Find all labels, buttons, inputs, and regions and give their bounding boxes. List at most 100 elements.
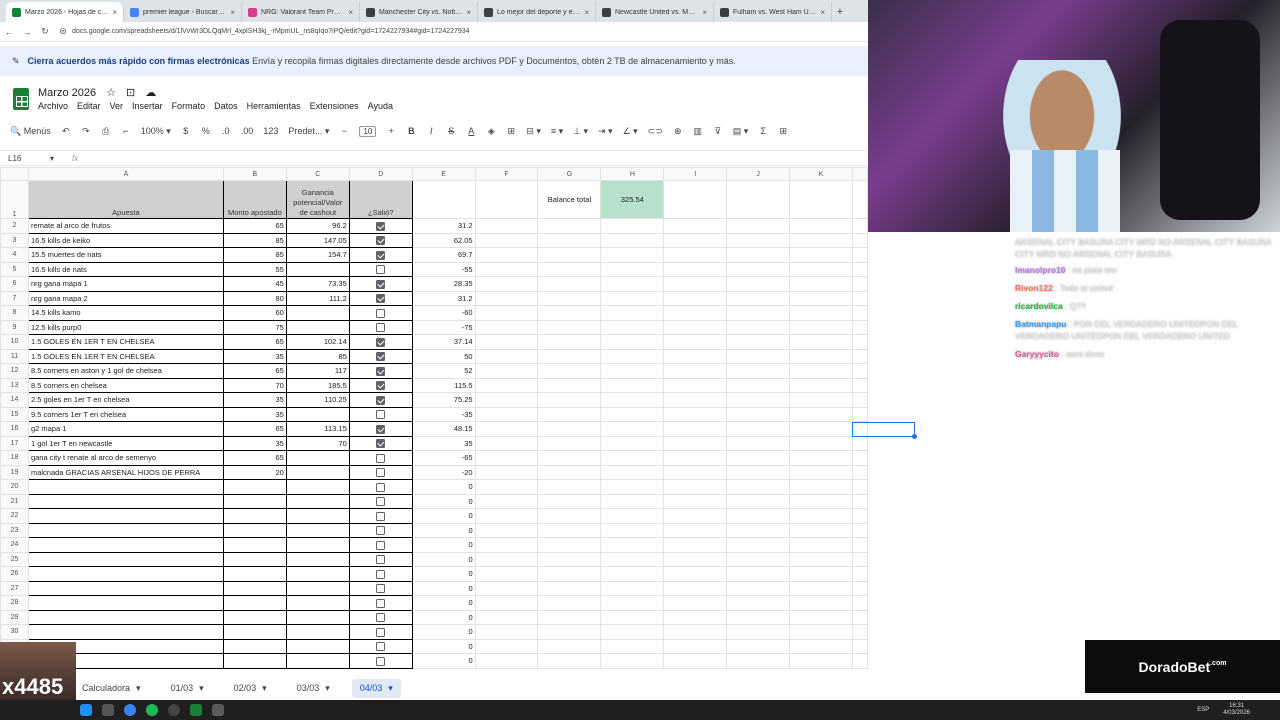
amount-cell[interactable]: [222, 537, 287, 553]
cell[interactable]: [537, 319, 602, 335]
url-text[interactable]: docs.google.com/spreadsheets/d/1lVvWr3DL…: [72, 28, 470, 35]
cell[interactable]: [537, 276, 602, 292]
print-icon[interactable]: ⎙: [101, 126, 111, 137]
profit-cell[interactable]: 31.2: [411, 290, 476, 306]
cell[interactable]: [851, 232, 868, 248]
cell[interactable]: [851, 638, 868, 654]
result-checkbox[interactable]: [376, 540, 386, 550]
header-apuesta[interactable]: Apuesta: [27, 180, 224, 219]
row-number[interactable]: 30: [0, 624, 29, 640]
result-cell[interactable]: [348, 392, 413, 408]
cell[interactable]: [600, 609, 665, 625]
font-size-input[interactable]: 10: [359, 125, 377, 137]
zoom-select[interactable]: 100% ▾: [141, 126, 171, 137]
cell[interactable]: [474, 232, 539, 248]
cell[interactable]: [474, 305, 539, 321]
cell[interactable]: [474, 522, 539, 538]
result-cell[interactable]: [348, 479, 413, 495]
cell[interactable]: [789, 479, 853, 495]
result-checkbox[interactable]: [376, 468, 386, 477]
bet-cell[interactable]: 1.5 GOLES EN 1ER T EN CHELSEA: [27, 348, 224, 364]
cell[interactable]: [851, 595, 868, 611]
payout-cell[interactable]: [285, 450, 350, 466]
insert-link-icon[interactable]: ⊂⊃: [648, 126, 663, 137]
result-cell[interactable]: [348, 334, 413, 350]
cell[interactable]: [726, 247, 791, 263]
cell[interactable]: [537, 595, 602, 611]
payout-cell[interactable]: 113.15: [285, 421, 350, 437]
payout-cell[interactable]: [285, 261, 350, 277]
cell[interactable]: [726, 566, 791, 582]
column-header[interactable]: K: [789, 167, 853, 181]
payout-cell[interactable]: [285, 319, 350, 335]
functions-icon[interactable]: Σ: [758, 126, 768, 136]
payout-cell[interactable]: [285, 464, 350, 480]
profit-cell[interactable]: 62.05: [411, 232, 476, 248]
filter-icon[interactable]: ⊽: [713, 126, 723, 137]
cell[interactable]: [726, 261, 791, 277]
cell[interactable]: [726, 609, 791, 625]
cell[interactable]: [851, 522, 868, 538]
cell[interactable]: [789, 508, 853, 524]
cell[interactable]: [726, 537, 791, 553]
tab-close-icon[interactable]: ×: [820, 8, 825, 17]
browser-tab[interactable]: Newcastle United vs. Manchester ×: [596, 2, 714, 22]
cell[interactable]: [474, 348, 539, 364]
cell[interactable]: [851, 551, 868, 567]
back-icon[interactable]: ←: [0, 27, 18, 37]
cell[interactable]: [789, 421, 853, 437]
cell[interactable]: [851, 624, 868, 640]
row-number[interactable]: 18: [0, 450, 29, 466]
row-number[interactable]: 5: [0, 261, 29, 277]
cell[interactable]: [600, 522, 665, 538]
column-header[interactable]: D: [348, 167, 413, 181]
number-format-button[interactable]: 123: [263, 126, 278, 136]
cell[interactable]: [663, 609, 728, 625]
result-checkbox[interactable]: [376, 424, 386, 434]
row-number[interactable]: 16: [0, 421, 29, 437]
profit-cell[interactable]: 0: [411, 493, 476, 509]
bet-cell[interactable]: 12.5 kills purp0: [27, 319, 224, 335]
row-number[interactable]: 4: [0, 247, 29, 263]
cell[interactable]: [851, 537, 868, 553]
result-checkbox[interactable]: [376, 569, 386, 579]
result-cell[interactable]: [348, 551, 413, 567]
cell[interactable]: [537, 363, 602, 379]
amount-cell[interactable]: 75: [222, 319, 287, 335]
cell[interactable]: [663, 493, 728, 509]
header-salio[interactable]: ¿Salió?: [348, 180, 413, 219]
bet-cell[interactable]: [27, 624, 224, 640]
cell[interactable]: [789, 276, 853, 292]
cell[interactable]: [851, 290, 868, 306]
bet-cell[interactable]: [27, 522, 224, 538]
cell[interactable]: [663, 464, 728, 480]
row-number[interactable]: 8: [0, 305, 29, 321]
cell[interactable]: [474, 421, 539, 437]
cell[interactable]: [789, 180, 853, 219]
insert-comment-icon[interactable]: ⊕: [673, 126, 683, 137]
cell[interactable]: [851, 609, 868, 625]
cell[interactable]: [474, 218, 539, 234]
cell[interactable]: [474, 479, 539, 495]
amount-cell[interactable]: 45: [222, 276, 287, 292]
header-ganancia[interactable]: Ganancia potencial/Valor de cashout: [285, 180, 350, 219]
cell[interactable]: [789, 232, 853, 248]
amount-cell[interactable]: [222, 624, 287, 640]
cell[interactable]: [537, 406, 602, 422]
decrease-decimal-button[interactable]: .0: [221, 126, 231, 136]
sheet-tab[interactable]: Calculadora ▾: [74, 679, 149, 698]
cell[interactable]: [537, 261, 602, 277]
cell[interactable]: [600, 218, 665, 234]
payout-cell[interactable]: [285, 508, 350, 524]
cell[interactable]: [851, 508, 868, 524]
result-cell[interactable]: [348, 464, 413, 480]
result-checkbox[interactable]: [376, 598, 386, 608]
text-color-button[interactable]: A: [466, 126, 476, 136]
bet-cell[interactable]: gana city t renate al arco de semenyo: [27, 450, 224, 466]
cell[interactable]: [537, 435, 602, 451]
cell[interactable]: [600, 595, 665, 611]
result-checkbox[interactable]: [376, 221, 386, 231]
profit-cell[interactable]: 0: [411, 479, 476, 495]
cell[interactable]: [537, 290, 602, 306]
doc-title[interactable]: Marzo 2026: [38, 87, 96, 99]
